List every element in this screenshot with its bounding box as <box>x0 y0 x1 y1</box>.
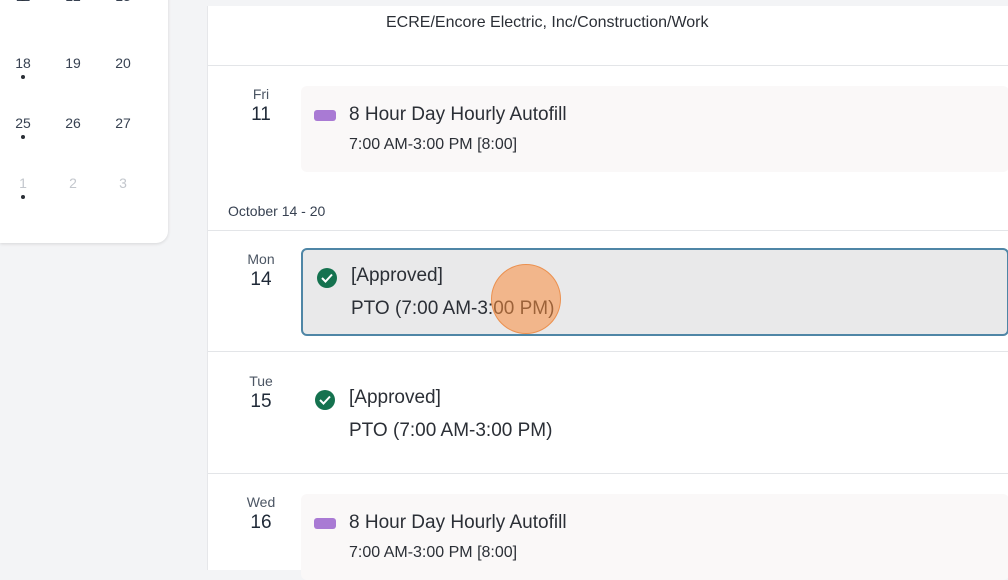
check-circle-icon <box>317 268 337 288</box>
entry-status: [Approved] <box>349 387 441 408</box>
entry-title: 8 Hour Day Hourly Autofill <box>349 104 567 125</box>
calendar-week-row: 1 2 3 <box>0 175 168 205</box>
day-number: 16 <box>250 512 272 533</box>
calendar-day-25[interactable]: 25 <box>11 115 35 131</box>
category-tag-icon <box>314 518 336 529</box>
calendar-day-3[interactable]: 3 <box>111 175 135 191</box>
day-header-wed-16: Wed 16 <box>228 494 294 534</box>
calendar-week-row: 25 26 27 <box>0 115 168 145</box>
calendar-week-row: 11 12 13 <box>0 0 168 30</box>
divider <box>208 351 1008 352</box>
calendar-week-row: 18 19 20 <box>0 55 168 85</box>
day-number: 11 <box>251 104 271 125</box>
schedule-entry-mon-14[interactable]: [Approved] PTO (7:00 AM-3:00 PM) <box>301 248 1008 336</box>
entry-detail: PTO (7:00 AM-3:00 PM) <box>349 420 553 441</box>
calendar-day-2[interactable]: 2 <box>61 175 85 191</box>
week-range-label: October 14 - 20 <box>228 203 326 219</box>
calendar-day-12[interactable]: 12 <box>61 0 85 4</box>
entry-title: 8 Hour Day Hourly Autofill <box>349 512 567 533</box>
event-dot <box>21 75 25 79</box>
category-tag-icon <box>314 110 336 121</box>
entry-status: [Approved] <box>351 265 443 286</box>
entry-time: 7:00 AM-3:00 PM [8:00] <box>349 136 518 153</box>
day-header-tue-15: Tue 15 <box>228 373 294 413</box>
day-of-week: Mon <box>247 251 275 267</box>
day-of-week: Tue <box>249 373 273 389</box>
day-of-week: Fri <box>252 86 270 102</box>
mini-calendar: 11 12 13 18 19 20 25 26 27 1 2 3 <box>0 0 168 243</box>
day-number: 14 <box>250 269 272 290</box>
schedule-entry-fri-11[interactable]: 8 Hour Day Hourly Autofill 7:00 AM-3:00 … <box>301 86 1008 172</box>
calendar-day-27[interactable]: 27 <box>111 115 135 131</box>
schedule-entry-tue-15[interactable]: [Approved] PTO (7:00 AM-3:00 PM) <box>301 370 1008 456</box>
day-header-fri-11: Fri 11 <box>228 86 294 126</box>
day-of-week: Wed <box>246 494 276 510</box>
check-circle-icon <box>315 390 335 410</box>
divider <box>208 65 1008 66</box>
entry-time: 7:00 AM-3:00 PM [8:00] <box>349 544 518 561</box>
day-number: 15 <box>250 391 272 412</box>
event-dot <box>21 195 25 199</box>
calendar-day-1[interactable]: 1 <box>11 175 35 191</box>
entry-location: ECRE/Encore Electric, Inc/Construction/W… <box>386 14 709 31</box>
schedule-entry-wed-16[interactable]: 8 Hour Day Hourly Autofill 7:00 AM-3:00 … <box>301 494 1008 580</box>
calendar-day-20[interactable]: 20 <box>111 55 135 71</box>
day-header-mon-14: Mon 14 <box>228 251 294 291</box>
calendar-day-19[interactable]: 19 <box>61 55 85 71</box>
calendar-day-26[interactable]: 26 <box>61 115 85 131</box>
click-indicator <box>491 264 561 334</box>
divider <box>208 230 1008 231</box>
divider <box>208 473 1008 474</box>
event-dot <box>21 135 25 139</box>
schedule-panel: ECRE/Encore Electric, Inc/Construction/W… <box>207 6 1008 580</box>
calendar-day-13[interactable]: 13 <box>111 0 135 4</box>
calendar-day-18[interactable]: 18 <box>11 55 35 71</box>
